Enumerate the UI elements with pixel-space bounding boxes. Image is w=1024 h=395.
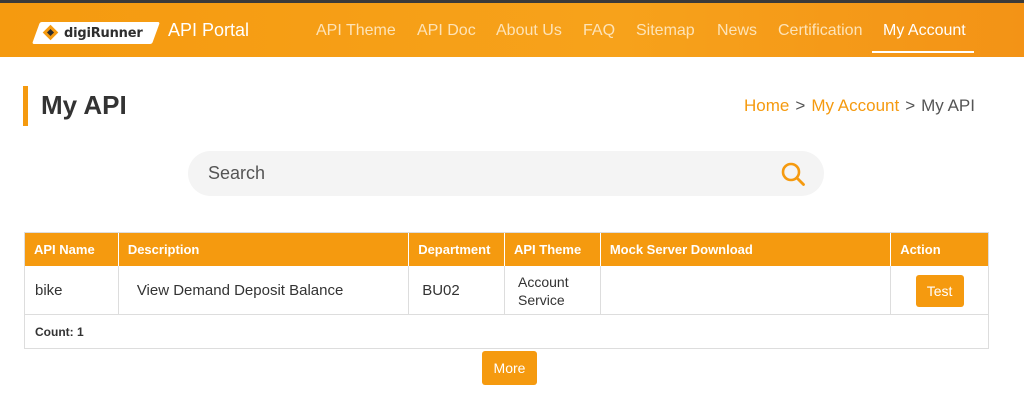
nav-about-us[interactable]: About Us [496,22,562,40]
column-header-api-name: API Name [25,233,119,266]
title-accent-bar [23,86,28,126]
test-button[interactable]: Test [915,274,964,307]
search-bar [188,151,824,196]
logo[interactable]: digiRunner [44,22,152,44]
breadcrumb-separator: > [905,96,916,115]
column-header-api-theme: API Theme [505,233,601,266]
nav-news[interactable]: News [717,22,757,40]
column-header-action: Action [900,242,941,257]
digirunner-diamond-icon [44,26,58,40]
search-input[interactable] [208,151,768,196]
cell-action: Test [891,266,988,315]
search-icon[interactable] [780,161,806,187]
column-header-department: Department [409,233,505,266]
nav-api-theme[interactable]: API Theme [316,22,396,40]
breadcrumb-home[interactable]: Home [744,96,789,115]
more-button[interactable]: More [482,351,537,385]
portal-title[interactable]: API Portal [168,20,249,41]
column-header-mock-server-download: Mock Server Download [601,233,892,266]
cell-api-theme: Account Service [505,266,601,315]
nav-api-doc[interactable]: API Doc [417,22,476,40]
row-count: Count: 1 [35,324,84,339]
active-nav-underline [872,51,974,53]
table-header: API Name Description Department API Them… [25,233,988,266]
cell-description: View Demand Deposit Balance [119,266,410,315]
breadcrumb-current: My API [921,96,975,115]
column-header-description: Description [119,233,410,266]
cell-api-name: bike [25,266,119,315]
nav-my-account[interactable]: My Account [883,22,966,40]
nav-certification[interactable]: Certification [778,22,862,40]
cell-department: BU02 [409,266,506,315]
breadcrumb: Home > My Account > My API [744,96,975,116]
breadcrumb-separator: > [795,96,806,115]
cell-mock-server-download [601,266,892,315]
logo-text: digiRunner [64,25,143,41]
top-navbar: digiRunner API Portal API Theme API Doc … [0,0,1024,57]
page-title: My API [41,90,127,120]
nav-faq[interactable]: FAQ [583,22,615,40]
table-row: bike View Demand Deposit Balance BU02 Ac… [25,266,988,315]
api-table: API Name Description Department API Them… [24,232,989,349]
nav-sitemap[interactable]: Sitemap [636,22,695,40]
breadcrumb-my-account[interactable]: My Account [811,96,899,115]
